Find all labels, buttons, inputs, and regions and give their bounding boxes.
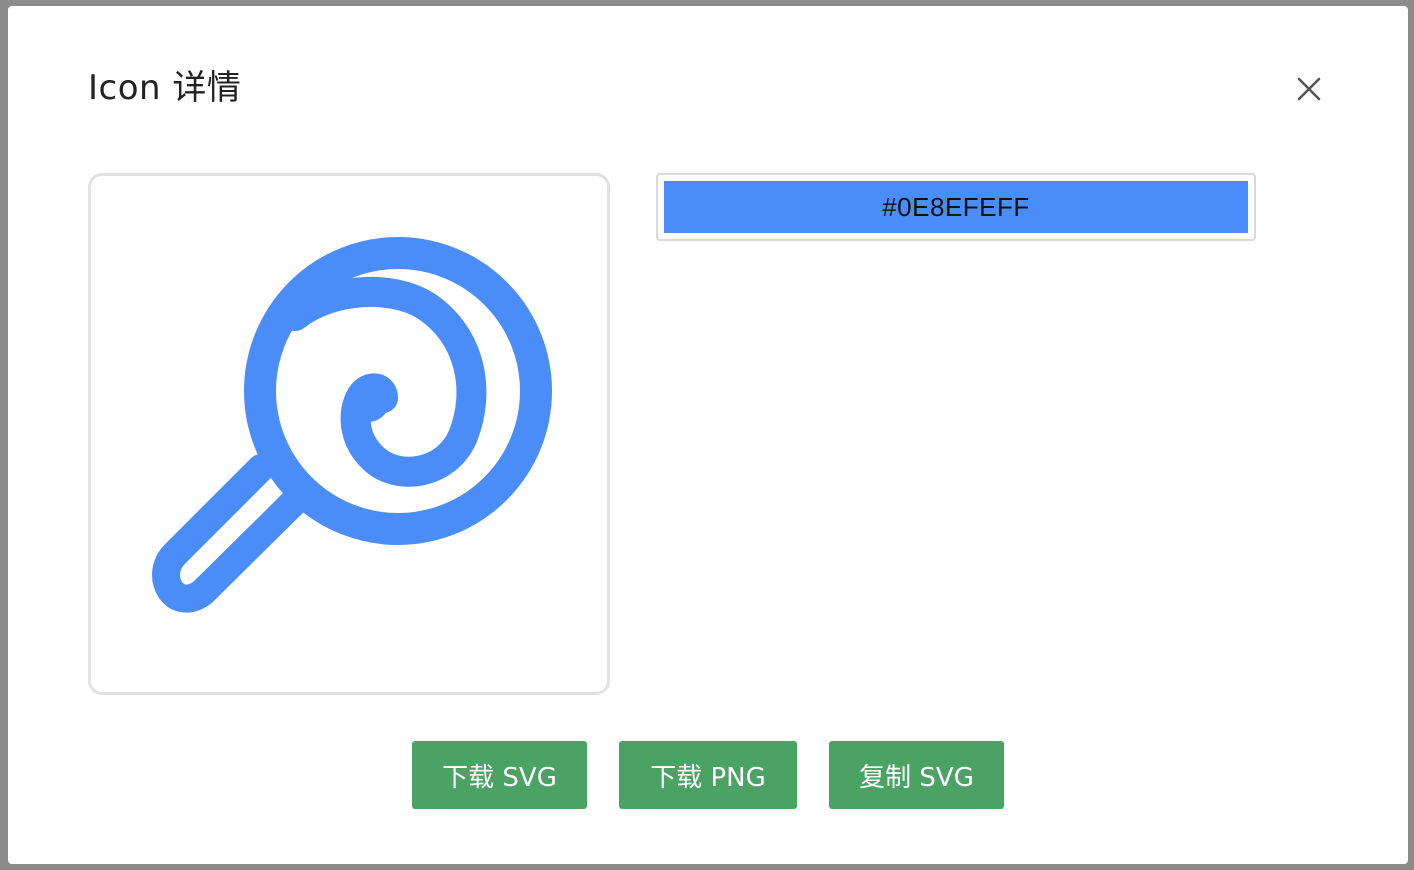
- dialog-title: Icon 详情: [88, 68, 242, 108]
- color-field[interactable]: #0E8EFEFF: [656, 173, 1256, 241]
- icon-preview: [88, 173, 610, 695]
- download-png-button[interactable]: 下载 PNG: [619, 741, 797, 809]
- close-button[interactable]: [1290, 70, 1328, 108]
- copy-svg-button[interactable]: 复制 SVG: [829, 741, 1004, 809]
- page-background-strip: [0, 864, 1414, 870]
- download-svg-button[interactable]: 下载 SVG: [412, 741, 587, 809]
- lollipop-icon: [152, 237, 552, 613]
- icon-detail-dialog: Icon 详情 #0E8EFEFF 下载 SVG 下载 PNG 复制 SVG: [8, 6, 1408, 864]
- color-value-input[interactable]: #0E8EFEFF: [664, 181, 1248, 233]
- close-icon: [1297, 77, 1321, 101]
